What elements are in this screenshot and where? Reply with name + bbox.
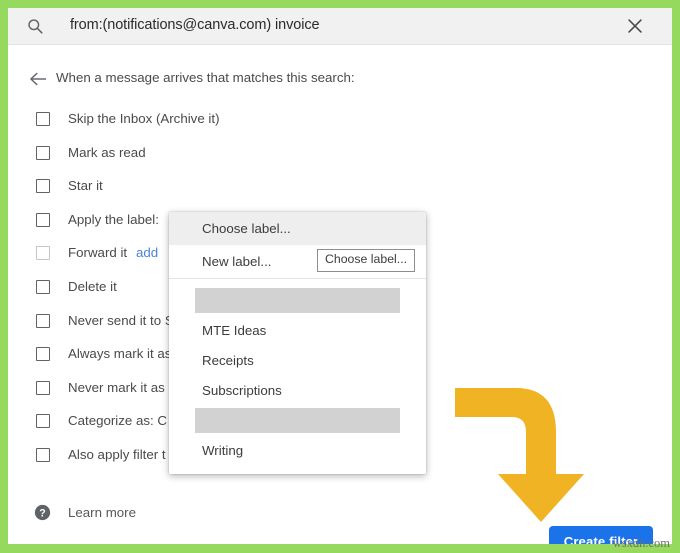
close-icon[interactable] [626,17,644,35]
dropdown-label-item[interactable]: MTE Ideas [202,323,266,338]
checkbox[interactable] [36,347,50,362]
dropdown-label-item[interactable]: Receipts [202,353,254,368]
filter-option-row[interactable]: Skip the Inbox (Archive it) [8,110,672,132]
filter-option-label: Apply the label: [68,211,159,227]
help-circle-icon: ? [34,504,51,521]
filter-creation-panel: When a message arrives that matches this… [8,45,672,544]
add-forwarding-address-link[interactable]: add [136,245,158,260]
checkbox[interactable] [36,280,50,294]
learn-more-row[interactable]: ? Learn more [8,503,672,525]
filter-option-label: Mark as read [68,144,146,160]
choose-label-button[interactable]: Choose label... [317,249,416,272]
filter-option-label: Never mark it as [68,379,165,395]
checkbox[interactable] [36,145,50,160]
checkbox[interactable] [36,212,50,227]
search-bar[interactable]: from:(notifications@canva.com) invoice [8,8,672,45]
filter-option-label: Forward it [68,245,128,261]
svg-text:?: ? [39,507,45,519]
learn-more-label[interactable]: Learn more [68,505,136,520]
redacted-label-bar [195,408,400,433]
filter-option-label: Star it [68,178,103,194]
dropdown-new-label-text: New label... [202,254,272,269]
checkbox[interactable] [36,448,50,462]
filter-option-row[interactable]: Star it [8,177,672,199]
dropdown-choose-label-text: Choose label... [202,221,291,236]
filter-option-label: Skip the Inbox (Archive it) [68,111,220,126]
checkbox[interactable] [36,414,50,429]
checkbox[interactable] [36,313,50,328]
choose-label-dropdown[interactable]: Choose label... New label... Choose labe… [169,212,426,474]
filter-option-row[interactable]: Mark as read [8,144,672,166]
checkbox[interactable] [36,179,50,194]
filter-option-label: Also apply filter t [68,447,166,462]
filter-option-label: Delete it [68,279,117,294]
green-border-frame: from:(notifications@canva.com) invoice W… [0,0,680,553]
watermark: wsxdn.com [612,536,670,550]
checkbox[interactable] [36,112,50,126]
checkbox[interactable] [36,380,50,395]
dropdown-label-item[interactable]: Subscriptions [202,383,282,398]
checkbox[interactable] [36,246,50,261]
redacted-label-bar [195,288,400,313]
filter-option-label: Never send it to S [68,312,174,328]
filter-option-label: Always mark it as [68,346,172,362]
screenshot-inner-content: from:(notifications@canva.com) invoice W… [8,8,672,544]
dropdown-new-label-row[interactable]: New label... Choose label... [169,245,426,279]
search-input-value[interactable]: from:(notifications@canva.com) invoice [70,17,320,33]
dropdown-choose-label-row[interactable]: Choose label... [169,212,426,245]
filter-option-label: Categorize as: C [68,413,168,429]
dropdown-label-item[interactable]: Writing [202,443,243,458]
filter-header-text: When a message arrives that matches this… [56,70,355,85]
back-arrow-icon[interactable] [29,71,48,87]
filter-header-row: When a message arrives that matches this… [8,70,672,90]
search-icon [27,18,44,35]
